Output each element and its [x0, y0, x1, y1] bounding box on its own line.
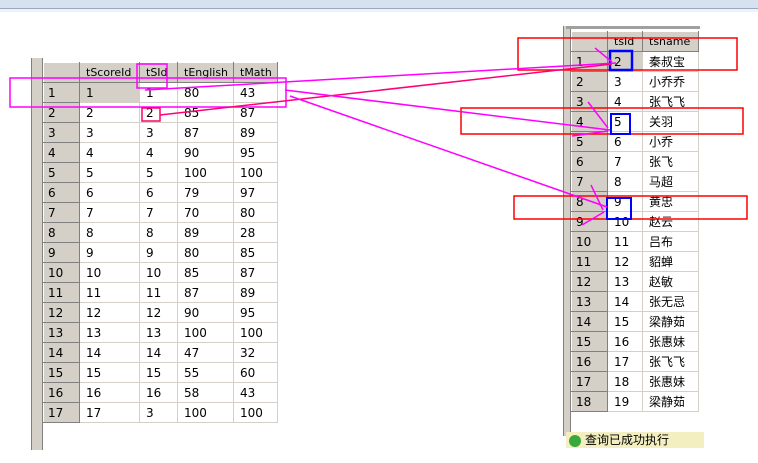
annotation-tsid-header-box: [136, 63, 168, 89]
annotation-overlay: [9, 37, 748, 226]
arrow-line: [144, 62, 617, 91]
annotation-blue-box-9: [606, 197, 632, 220]
annotation-tsid-2-box: [141, 107, 161, 122]
arrow-line: [590, 184, 604, 211]
annotation-red-box-qinshubao: [517, 37, 738, 71]
arrow-line: [289, 95, 608, 208]
annotation-blue-box-5: [610, 113, 631, 135]
arrow-line: [587, 101, 609, 129]
annotation-row1-box: [9, 77, 287, 108]
annotation-blue-box-2: [608, 49, 634, 72]
arrow-line: [284, 89, 611, 131]
